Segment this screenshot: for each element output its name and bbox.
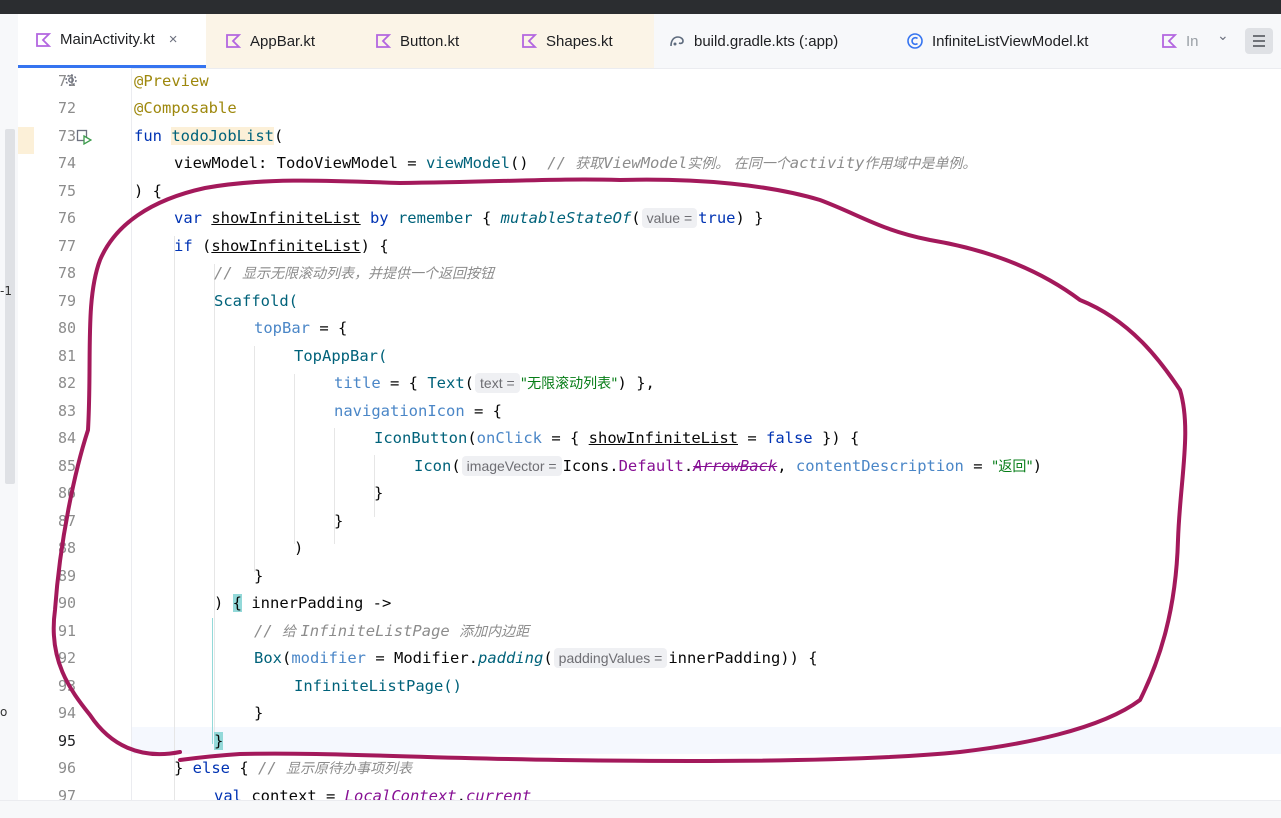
editor-tab-bar: MainActivity.kt × AppBar.kt Button.kt Sh…	[18, 14, 1281, 69]
line-number: 79	[57, 292, 76, 310]
code-line-90: ) { innerPadding ->	[214, 594, 392, 612]
tab-button[interactable]: Button.kt	[356, 14, 504, 68]
indent-guide	[294, 374, 295, 544]
tab-label: InfiniteListViewModel.kt	[932, 32, 1089, 50]
tab-truncated[interactable]: In	[1160, 14, 1220, 68]
code-line-95: }	[214, 732, 224, 750]
status-bar	[0, 800, 1281, 818]
code-line-85: Icon(imageVector = Icons.Default.ArrowBac…	[414, 456, 1043, 476]
close-icon[interactable]: ×	[169, 31, 178, 48]
line-number: 75	[57, 182, 76, 200]
line-number: 90	[57, 594, 76, 612]
chevron-down-icon[interactable]: ⌄	[1217, 28, 1229, 44]
code-line-93: InfiniteListPage()	[294, 677, 462, 695]
code-line-91: // 给 InfiniteListPage 添加内边距	[254, 622, 530, 640]
tab-mainactivity[interactable]: MainActivity.kt ×	[18, 14, 206, 68]
code-line-76: var showInfiniteList by remember { mutab…	[174, 208, 764, 228]
code-line-75: ) {	[134, 182, 162, 200]
code-line-84: IconButton(onClick = { showInfiniteList …	[374, 429, 860, 447]
code-line-81: TopAppBar(	[294, 347, 388, 365]
line-number: 93	[57, 677, 76, 695]
code-line-74: viewModel: TodoViewModel = viewModel() /…	[174, 154, 977, 172]
code-line-79: Scaffold(	[214, 292, 298, 310]
line-number: 72	[57, 99, 76, 117]
edge-text-b: o	[0, 705, 8, 719]
indent-guide	[254, 346, 255, 572]
code-line-78: // 显示无限滚动列表，并提供一个返回按钮	[214, 264, 494, 282]
tab-label: MainActivity.kt	[60, 31, 155, 48]
line-number: 81	[57, 347, 76, 365]
code-line-87: }	[334, 512, 344, 530]
line-number: 73	[57, 127, 76, 145]
run-preview-icon[interactable]	[76, 129, 92, 145]
line-number: 88	[57, 539, 76, 557]
tab-shapes[interactable]: Shapes.kt	[504, 14, 654, 68]
line-number: 82	[57, 374, 76, 392]
tab-label: In	[1186, 32, 1199, 50]
line-number: 74	[57, 154, 76, 172]
gear-icon[interactable]	[64, 73, 78, 87]
window-title-bar	[0, 0, 1281, 14]
tab-label: Shapes.kt	[546, 32, 613, 50]
inlay-hint: imageVector =	[461, 456, 562, 476]
indent-guide	[214, 264, 215, 744]
line-number: 77	[57, 237, 76, 255]
code-line-96: } else { // 显示原待办事项列表	[174, 759, 412, 777]
current-line-highlight	[132, 727, 1281, 754]
line-number: 94	[57, 704, 76, 722]
left-scrollbar[interactable]	[5, 129, 15, 484]
code-line-72: @Composable	[134, 99, 237, 117]
code-line-77: if (showInfiniteList) {	[174, 237, 389, 255]
line-number: 89	[57, 567, 76, 585]
kotlin-class-icon	[907, 33, 923, 49]
code-line-86: }	[374, 484, 384, 502]
edge-text-a: -1	[0, 284, 12, 298]
tab-build-gradle[interactable]: build.gradle.kts (:app)	[666, 14, 896, 68]
kotlin-file-icon	[1162, 34, 1178, 48]
line-number: 86	[57, 484, 76, 502]
kotlin-file-icon	[36, 32, 52, 47]
inlay-hint: text =	[475, 373, 520, 393]
kotlin-file-icon	[376, 34, 392, 48]
line-number: 76	[57, 209, 76, 227]
inlay-hint: paddingValues =	[553, 648, 668, 668]
code-line-83: navigationIcon = {	[334, 402, 502, 420]
code-line-71: @Preview	[134, 72, 209, 90]
line-number: 80	[57, 319, 76, 337]
kotlin-file-icon	[226, 34, 242, 48]
left-tool-strip	[0, 14, 19, 817]
kotlin-file-icon	[522, 34, 538, 48]
line-number: 95	[57, 732, 76, 750]
line-number: 78	[57, 264, 76, 282]
line-number: 92	[57, 649, 76, 667]
line-number: 87	[57, 512, 76, 530]
gradle-file-icon	[670, 36, 684, 47]
tab-appbar[interactable]: AppBar.kt	[206, 14, 356, 68]
line-number: 83	[57, 402, 76, 420]
gutter-highlight	[18, 127, 34, 154]
code-line-73: fun todoJobList(	[134, 127, 284, 145]
tab-label: build.gradle.kts (:app)	[694, 32, 839, 50]
tab-label: AppBar.kt	[250, 32, 316, 50]
code-line-97: val context = LocalContext.current	[214, 787, 532, 800]
code-line-89: }	[254, 567, 264, 585]
code-line-94: }	[254, 704, 264, 722]
menu-icon	[1253, 35, 1265, 47]
line-number: 96	[57, 759, 76, 777]
inlay-hint: value =	[641, 208, 698, 228]
line-number-gutter: 71 72 73 74 75 76 77 78 79 80 81 82 83 84 85 86 87 88 89 90…	[18, 68, 132, 805]
line-number: 91	[57, 622, 76, 640]
code-line-82: title = { Text(text = "无限滚动列表") },	[334, 373, 655, 393]
code-line-80: topBar = {	[254, 319, 348, 337]
indent-guide	[174, 236, 175, 800]
tab-infinite-list-viewmodel[interactable]: InfiniteListViewModel.kt	[906, 14, 1156, 68]
scope-guide	[212, 618, 213, 744]
line-number: 84	[57, 429, 76, 447]
line-number: 85	[57, 457, 76, 475]
code-editor[interactable]: @Preview @Composable fun todoJobList( vi…	[132, 68, 1281, 800]
code-line-88: )	[294, 539, 304, 557]
code-line-92: Box(modifier = Modifier.padding(paddingV…	[254, 648, 818, 668]
tab-label: Button.kt	[400, 32, 460, 50]
tab-menu-button[interactable]	[1245, 28, 1273, 54]
